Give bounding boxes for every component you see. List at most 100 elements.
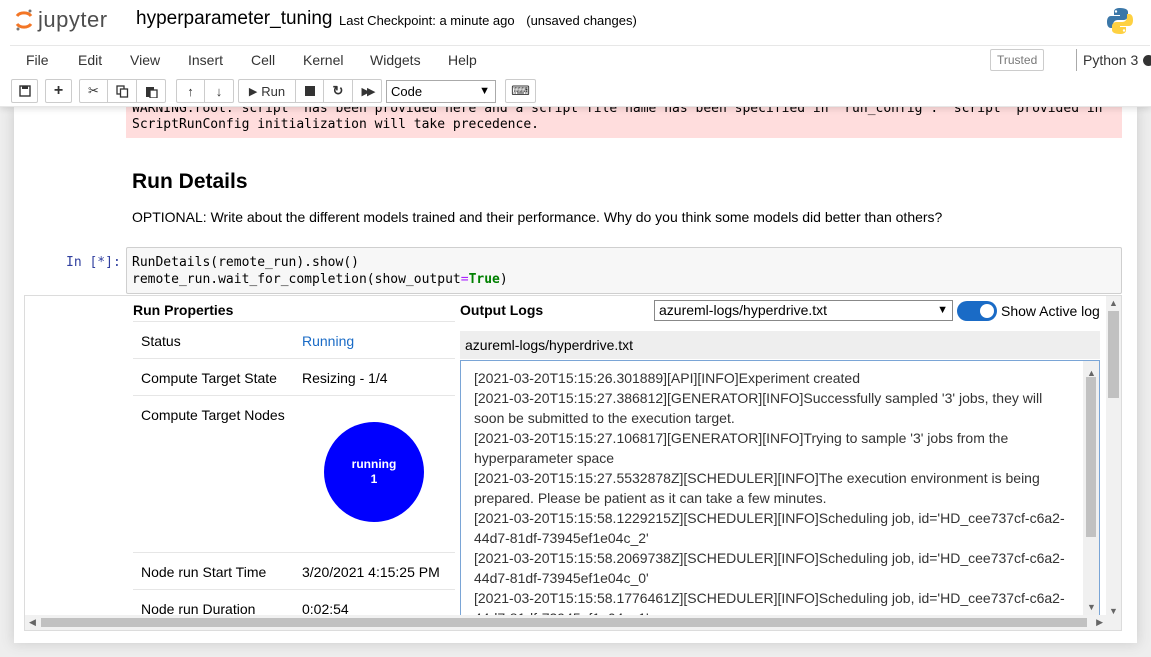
chevron-down-icon: ▼ — [479, 85, 490, 97]
menu-widgets[interactable]: Widgets — [370, 52, 421, 68]
log-line: [2021-03-20T15:15:27.386812][GENERATOR][… — [474, 390, 1043, 426]
kernel-status-icon — [1143, 55, 1151, 66]
property-label: Compute Target Nodes — [141, 407, 285, 423]
restart-button[interactable]: ↻ — [324, 79, 353, 103]
run-label: Run — [261, 83, 286, 99]
jupyter-logo[interactable]: jupyter — [14, 6, 108, 34]
run-properties-title: Run Properties — [133, 302, 234, 318]
toolbar: + ✂ ↑ ↓ ▶ Run ↻ ▶▶ Code ▼ ⌨ — [0, 79, 1151, 105]
log-line: [2021-03-20T15:15:27.5532878Z][SCHEDULER… — [474, 470, 1040, 506]
log-output[interactable]: [2021-03-20T15:15:26.301889][API][INFO]E… — [460, 360, 1100, 620]
code-line-2: remote_run.wait_for_completion(show_outp… — [132, 272, 508, 287]
log-line: [2021-03-20T15:15:27.106817][GENERATOR][… — [474, 430, 1009, 466]
command-palette-button[interactable]: ⌨ — [505, 79, 536, 103]
code-cell-input[interactable]: RunDetails(remote_run).show() remote_run… — [126, 247, 1122, 294]
log-line: [2021-03-20T15:15:26.301889][API][INFO]E… — [474, 370, 861, 386]
scroll-left-icon: ◀ — [29, 617, 36, 627]
show-active-log-label: Show Active log — [1001, 303, 1100, 319]
widget-horizontal-scrollbar[interactable]: ◀ ▶ — [25, 615, 1121, 630]
code-line-1: RunDetails(remote_run).show() — [132, 255, 359, 270]
notebook-container: WARNING:root:'script' has been provided … — [0, 107, 1151, 657]
arrow-down-icon: ↓ — [215, 83, 223, 99]
menu-kernel[interactable]: Kernel — [303, 52, 343, 68]
menu-file[interactable]: File — [26, 52, 49, 68]
notebook-page: WARNING:root:'script' has been provided … — [14, 107, 1137, 643]
jupyter-wordmark: jupyter — [38, 7, 108, 32]
kernel-name[interactable]: Python 3 — [1083, 52, 1138, 68]
log-scroll-thumb[interactable] — [1086, 377, 1096, 537]
menu-cell[interactable]: Cell — [251, 52, 275, 68]
cell-prompt: In [*]: — [66, 255, 121, 270]
notebook-title[interactable]: hyperparameter_tuning — [136, 8, 332, 30]
scroll-right-icon: ▶ — [1096, 617, 1103, 627]
widget-hscroll-thumb[interactable] — [41, 618, 1087, 627]
property-label: Status — [141, 333, 181, 349]
toggle-knob — [980, 304, 994, 318]
property-row-start-time: Node run Start Time 3/20/2021 4:15:25 PM — [133, 552, 455, 589]
warning-line-2: ScriptRunConfig initialization will take… — [132, 117, 539, 132]
widget-vertical-scrollbar[interactable]: ▲ ▼ — [1106, 296, 1121, 618]
menu-bar: File Edit View Insert Cell Kernel Widget… — [10, 45, 1151, 75]
property-label: Compute Target State — [141, 370, 277, 386]
markdown-paragraph: OPTIONAL: Write about the different mode… — [132, 209, 943, 225]
scroll-down-icon: ▼ — [1087, 602, 1096, 612]
scissors-icon: ✂ — [88, 83, 99, 98]
chevron-down-icon: ▼ — [937, 304, 948, 316]
insert-cell-button[interactable]: + — [45, 79, 72, 103]
log-file-value: azureml-logs/hyperdrive.txt — [659, 302, 828, 318]
menu-view[interactable]: View — [130, 52, 160, 68]
kernel-divider — [1076, 49, 1077, 71]
save-icon — [18, 85, 31, 97]
node-state-label: running — [351, 457, 397, 471]
trusted-indicator[interactable]: Trusted — [990, 49, 1045, 71]
copy-button[interactable] — [108, 79, 137, 103]
node-status-chart: running 1 — [324, 422, 424, 522]
run-button[interactable]: ▶ Run — [238, 79, 296, 103]
paste-button[interactable] — [137, 79, 166, 103]
scroll-up-icon: ▲ — [1109, 298, 1118, 308]
property-row-target-state: Compute Target State Resizing - 1/4 — [133, 358, 455, 395]
restart-run-all-button[interactable]: ▶▶ — [353, 79, 382, 103]
cell-type-select[interactable]: Code ▼ — [386, 80, 496, 103]
jupyter-logo-icon — [15, 9, 33, 31]
section-heading: Run Details — [132, 170, 248, 193]
cut-button[interactable]: ✂ — [79, 79, 108, 103]
cell-type-value: Code — [391, 84, 423, 99]
widget-scroll-thumb[interactable] — [1108, 311, 1119, 398]
restart-icon: ↻ — [332, 83, 344, 98]
keyboard-icon: ⌨ — [511, 83, 530, 98]
menu-help[interactable]: Help — [448, 52, 477, 68]
python-logo-icon — [1105, 6, 1135, 39]
move-up-button[interactable]: ↑ — [176, 79, 205, 103]
log-file-header: azureml-logs/hyperdrive.txt — [460, 331, 1100, 359]
log-file-select[interactable]: azureml-logs/hyperdrive.txt ▼ — [654, 300, 953, 321]
interrupt-button[interactable] — [296, 79, 324, 103]
menu-edit[interactable]: Edit — [78, 52, 102, 68]
node-count-label: 1 — [370, 472, 378, 486]
stderr-output: WARNING:root:'script' has been provided … — [126, 107, 1122, 138]
property-label: Node run Start Time — [141, 564, 267, 580]
menu-insert[interactable]: Insert — [188, 52, 223, 68]
play-icon: ▶ — [248, 85, 258, 98]
output-logs-title: Output Logs — [460, 302, 544, 318]
move-down-button[interactable]: ↓ — [205, 79, 234, 103]
property-value: 3/20/2021 4:15:25 PM — [302, 564, 440, 580]
log-line: [2021-03-20T15:15:58.2069738Z][SCHEDULER… — [474, 550, 1065, 586]
paste-icon — [145, 86, 158, 98]
checkpoint-status: Last Checkpoint: a minute ago (unsaved c… — [339, 13, 637, 28]
plus-icon: + — [53, 82, 64, 99]
fast-forward-icon: ▶▶ — [361, 85, 376, 98]
save-button[interactable] — [11, 79, 38, 103]
stop-icon — [304, 86, 315, 96]
log-line: [2021-03-20T15:15:58.1229215Z][SCHEDULER… — [474, 510, 1065, 546]
unsaved-indicator: (unsaved changes) — [526, 13, 637, 28]
arrow-up-icon: ↑ — [187, 83, 194, 99]
log-scrollbar[interactable]: ▲ ▼ — [1083, 361, 1099, 619]
show-active-log-toggle[interactable] — [957, 301, 997, 321]
property-row-status: Status Running — [133, 321, 455, 358]
property-value: Resizing - 1/4 — [302, 370, 388, 386]
notebook-header: jupyter hyperparameter_tuning Last Check… — [0, 0, 1151, 107]
checkpoint-text: Last Checkpoint: a minute ago — [339, 13, 515, 28]
status-value: Running — [302, 333, 355, 349]
run-details-widget: Run Properties Status Running Compute Ta… — [24, 295, 1122, 631]
